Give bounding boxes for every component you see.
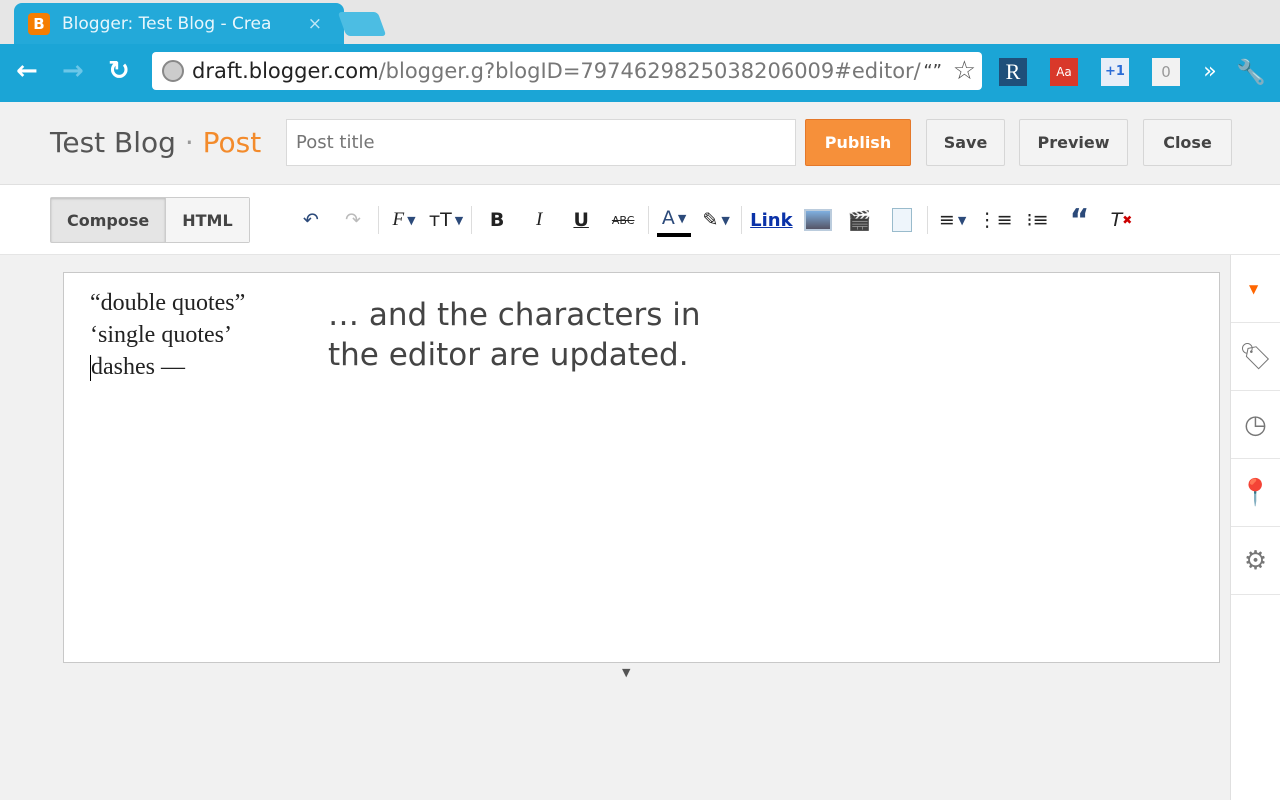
dictionary-extension-icon[interactable]: Aa bbox=[1050, 58, 1078, 86]
new-tab-button[interactable] bbox=[337, 12, 387, 36]
quote-icon[interactable]: “ bbox=[1063, 203, 1097, 238]
italic-icon[interactable]: I bbox=[522, 203, 556, 237]
post-settings-sidebar: ▼ 🏷 ◷ 📍 ⚙ bbox=[1230, 255, 1280, 800]
counter-extension-icon[interactable]: 0 bbox=[1152, 58, 1180, 86]
bullet-list-icon[interactable]: ⁝≡ bbox=[1021, 203, 1055, 237]
url-host: draft.blogger.com bbox=[192, 59, 379, 83]
back-icon[interactable]: ← bbox=[16, 56, 38, 86]
align-icon[interactable]: ≡ ▼ bbox=[936, 203, 970, 237]
bookmark-star-icon[interactable]: ☆ bbox=[953, 56, 976, 86]
underline-icon[interactable]: U bbox=[564, 203, 598, 237]
divider bbox=[741, 206, 743, 234]
highlight-color-icon[interactable]: ✎ ▼ bbox=[699, 203, 733, 237]
quote-extension-icon[interactable]: “” bbox=[923, 61, 942, 82]
title-separator: · bbox=[175, 126, 203, 159]
blog-name[interactable]: Test Blog bbox=[50, 126, 176, 159]
schedule-clock-icon[interactable]: ◷ bbox=[1231, 391, 1280, 459]
publish-button[interactable]: Publish bbox=[805, 119, 911, 166]
collapse-arrow-icon[interactable]: ▼ bbox=[1231, 255, 1280, 323]
caption-line: … and the characters in bbox=[328, 297, 701, 333]
resize-handle-icon[interactable]: ▼ bbox=[622, 666, 630, 679]
close-button[interactable]: Close bbox=[1143, 119, 1232, 166]
reload-icon[interactable]: ↻ bbox=[108, 56, 130, 86]
link-button[interactable]: Link bbox=[750, 203, 792, 237]
font-family-icon[interactable]: F ▼ bbox=[387, 203, 421, 237]
browser-toolbar: ← → ↻ draft.blogger.com/blogger.g?blogID… bbox=[0, 44, 1280, 102]
divider bbox=[378, 206, 379, 234]
globe-icon bbox=[162, 60, 184, 82]
tab-title: Blogger: Test Blog - Crea bbox=[62, 14, 272, 34]
url-path: /blogger.g?blogID=7974629825038206009#ed… bbox=[378, 59, 921, 83]
labels-tag-icon[interactable]: 🏷 bbox=[1231, 323, 1280, 391]
font-size-icon[interactable]: тT ▼ bbox=[429, 203, 463, 237]
text-line: dashes — bbox=[91, 354, 185, 380]
post-header: Test Blog · Post Publish Save Preview Cl… bbox=[0, 102, 1280, 185]
bold-icon[interactable]: B bbox=[480, 203, 514, 237]
divider bbox=[471, 206, 473, 234]
text-line: “double quotes” bbox=[90, 290, 246, 316]
section-label: Post bbox=[202, 126, 262, 159]
mode-switch: Compose HTML bbox=[50, 197, 250, 243]
insert-video-icon[interactable]: 🎬 bbox=[843, 203, 877, 237]
plus-one-extension-icon[interactable]: +1 bbox=[1101, 58, 1129, 86]
save-button[interactable]: Save bbox=[926, 119, 1005, 166]
post-title-input[interactable] bbox=[286, 119, 796, 166]
divider bbox=[926, 206, 928, 234]
insert-image-icon[interactable] bbox=[801, 203, 835, 237]
editor-toolbar: Compose HTML ↶ ↷ F ▼ тT ▼ B I U ABC A ▼ ✎ ▼ … bbox=[0, 185, 1280, 255]
close-tab-icon[interactable]: × bbox=[308, 14, 322, 34]
compose-mode-button[interactable]: Compose bbox=[51, 198, 167, 242]
editor-canvas[interactable]: “double quotes” ‘single quotes’ dashes —… bbox=[63, 272, 1220, 663]
undo-icon[interactable]: ↶ bbox=[294, 203, 328, 237]
preview-button[interactable]: Preview bbox=[1019, 119, 1128, 166]
tab-strip: B Blogger: Test Blog - Crea × bbox=[0, 0, 1280, 45]
strikethrough-icon[interactable]: ABC bbox=[606, 203, 640, 237]
more-extensions-icon[interactable]: » bbox=[1196, 58, 1224, 86]
address-bar[interactable]: draft.blogger.com/blogger.g?blogID=79746… bbox=[152, 52, 982, 90]
text-line: ‘single quotes’ bbox=[90, 322, 232, 348]
forward-icon[interactable]: → bbox=[62, 56, 84, 86]
wrench-menu-icon[interactable]: 🔧 bbox=[1236, 58, 1266, 86]
redo-icon[interactable]: ↷ bbox=[336, 203, 370, 237]
location-pin-icon[interactable]: 📍 bbox=[1231, 459, 1280, 527]
caption-line: the editor are updated. bbox=[328, 337, 689, 373]
blogger-favicon-icon: B bbox=[28, 13, 50, 35]
divider bbox=[648, 206, 650, 234]
r-extension-icon[interactable]: R bbox=[999, 58, 1027, 86]
browser-tab[interactable]: B Blogger: Test Blog - Crea × bbox=[14, 3, 344, 45]
annotation-caption: … and the characters in the editor are u… bbox=[328, 295, 700, 375]
options-gear-icon[interactable]: ⚙ bbox=[1231, 527, 1280, 595]
jump-break-icon[interactable] bbox=[885, 203, 919, 237]
html-mode-button[interactable]: HTML bbox=[166, 198, 249, 242]
text-color-icon[interactable]: A ▼ bbox=[657, 203, 692, 237]
page-title: Test Blog · Post bbox=[50, 126, 261, 159]
post-body[interactable]: “double quotes” ‘single quotes’ dashes — bbox=[90, 287, 245, 383]
numbered-list-icon[interactable]: ⋮≡ bbox=[978, 203, 1013, 237]
remove-formatting-icon[interactable]: T ✖ bbox=[1105, 203, 1139, 237]
